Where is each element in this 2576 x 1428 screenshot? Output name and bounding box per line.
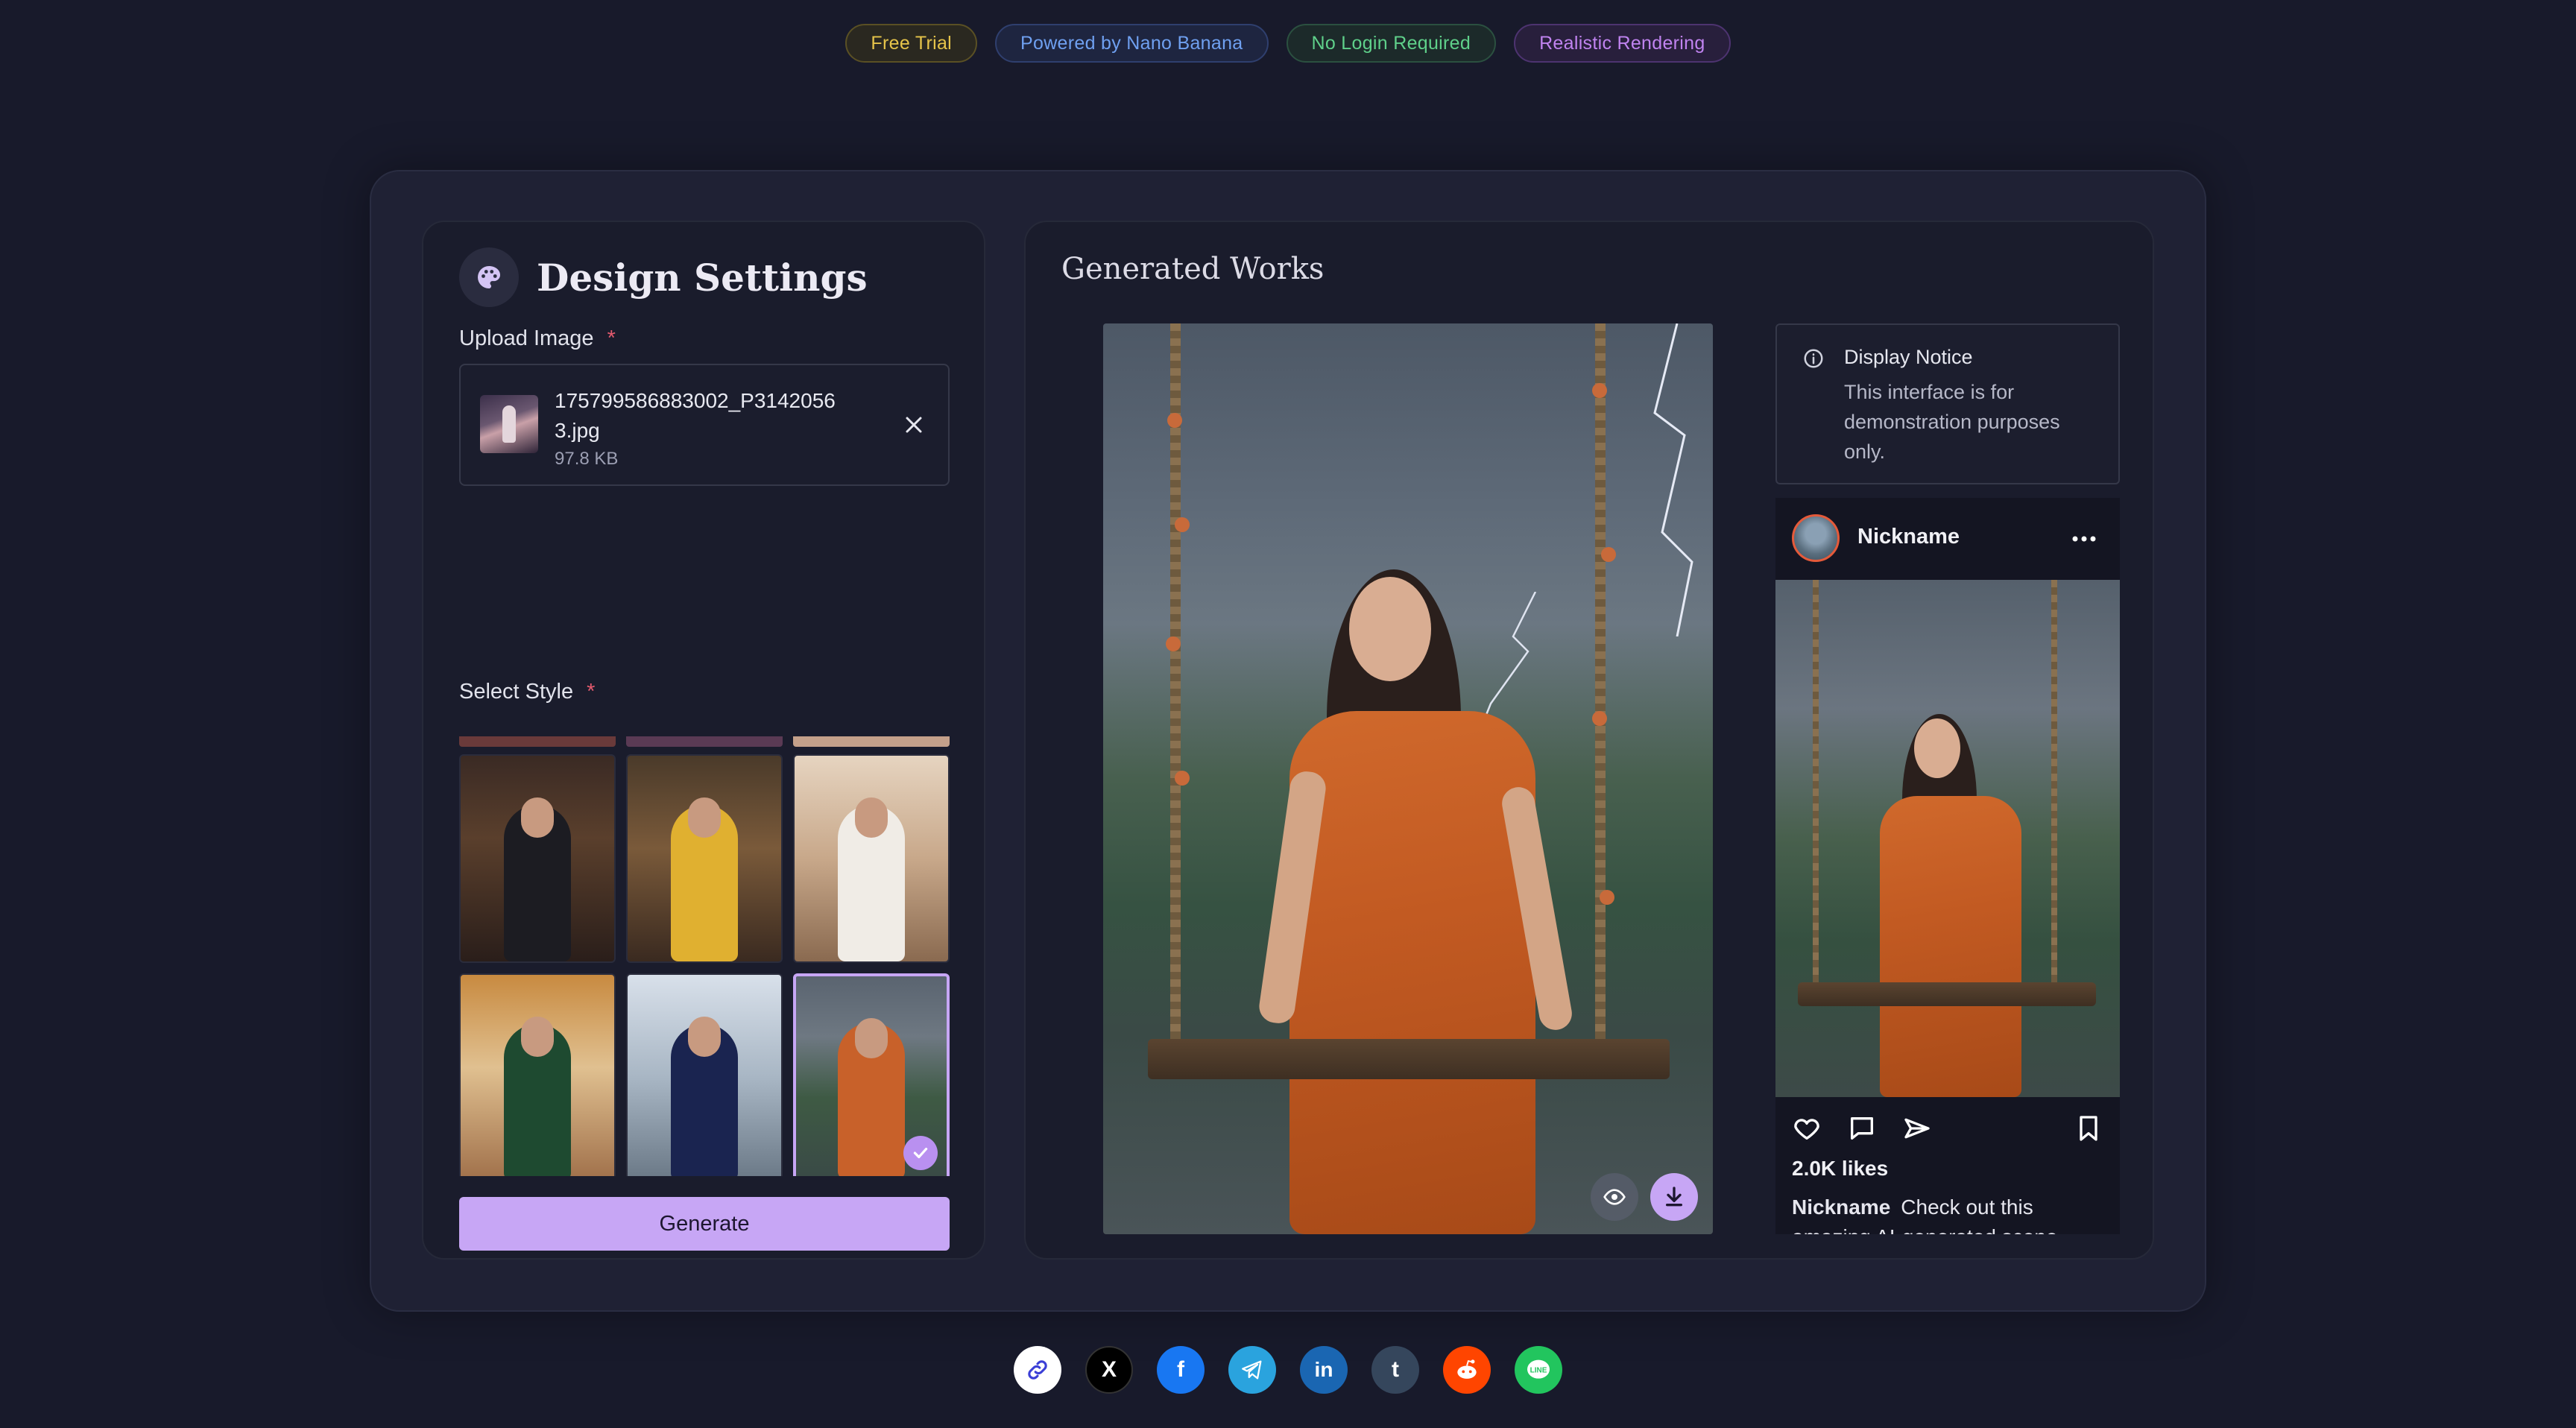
style-tile-navy-saree[interactable] — [626, 973, 783, 1176]
style-row-previous — [459, 736, 950, 747]
display-notice: Display Notice This interface is for dem… — [1775, 323, 2120, 484]
style-tile-partial[interactable] — [459, 736, 616, 747]
palette-icon — [459, 247, 519, 307]
file-thumbnail — [480, 395, 538, 453]
required-marker: * — [587, 680, 596, 704]
share-icon[interactable] — [1902, 1113, 1932, 1143]
design-settings-panel: Design Settings Upload Image * 1757995868… — [422, 221, 985, 1260]
caption-nickname: Nickname — [1792, 1195, 1891, 1219]
share-reddit-button[interactable] — [1443, 1346, 1491, 1394]
select-style-label-text: Select Style — [459, 680, 574, 704]
post-likes: 2.0K likes — [1792, 1157, 1889, 1180]
post-image[interactable] — [1775, 580, 2120, 1097]
post-caption: NicknameCheck out this amazing AI-genera… — [1792, 1192, 2105, 1234]
line-icon: LINE — [1527, 1359, 1550, 1379]
badge-free-trial: Free Trial — [845, 24, 978, 63]
linkedin-icon: in — [1314, 1358, 1333, 1381]
uploaded-file-card[interactable]: 175799586883002_P3142056 3.jpg 97.8 KB — [459, 364, 950, 486]
style-tile-partial[interactable] — [626, 736, 783, 747]
share-bar: X f in t LINE — [0, 1346, 2576, 1394]
generated-works-panel: Generated Works Display Notice This inte… — [1024, 221, 2154, 1260]
reddit-icon — [1457, 1359, 1477, 1379]
file-name: 175799586883002_P3142056 3.jpg — [555, 389, 836, 442]
required-marker: * — [607, 326, 616, 350]
more-options-button[interactable] — [2069, 528, 2099, 554]
file-size: 97.8 KB — [555, 449, 619, 469]
comment-icon[interactable] — [1847, 1113, 1877, 1143]
avatar[interactable] — [1792, 514, 1840, 562]
tumblr-icon: t — [1392, 1357, 1399, 1382]
close-icon — [906, 417, 922, 433]
generated-works-title: Generated Works — [1061, 252, 1325, 286]
post-header: Nickname — [1775, 498, 2120, 580]
download-button[interactable] — [1650, 1173, 1698, 1221]
telegram-icon — [1242, 1360, 1262, 1380]
download-icon — [1666, 1187, 1682, 1207]
link-icon — [1028, 1360, 1047, 1380]
share-x-button[interactable]: X — [1085, 1346, 1133, 1394]
style-tile-white-saree[interactable] — [793, 754, 950, 963]
selected-check-icon — [903, 1136, 938, 1170]
notice-body: This interface is for demonstration purp… — [1844, 381, 2060, 463]
share-telegram-button[interactable] — [1228, 1346, 1276, 1394]
preview-button[interactable] — [1591, 1173, 1638, 1221]
eye-icon — [1603, 1189, 1626, 1205]
share-facebook-button[interactable]: f — [1157, 1346, 1205, 1394]
share-line-button[interactable]: LINE — [1515, 1346, 1562, 1394]
remove-file-button[interactable] — [900, 411, 927, 438]
badge-no-login: No Login Required — [1286, 24, 1497, 63]
design-settings-header: Design Settings — [459, 247, 868, 307]
generate-button[interactable]: Generate — [459, 1197, 950, 1251]
style-grid — [459, 736, 950, 1176]
upload-image-label-text: Upload Image — [459, 326, 594, 350]
social-post-preview: Nickname 2.0K likes Nickname Check out t… — [1775, 498, 2120, 1234]
more-horizontal-icon — [2072, 536, 2096, 542]
feature-badges: Free Trial Powered by Nano Banana No Log… — [0, 24, 2576, 63]
style-tile-orange-saree-selected[interactable] — [793, 973, 950, 1176]
post-nickname[interactable]: Nickname — [1857, 525, 1960, 549]
notice-title: Display Notice — [1844, 346, 1973, 368]
info-icon — [1804, 349, 1823, 368]
style-tile-partial[interactable] — [793, 736, 950, 747]
share-linkedin-button[interactable]: in — [1300, 1346, 1348, 1394]
style-tile-black-saree[interactable] — [459, 754, 616, 963]
design-settings-title: Design Settings — [537, 255, 868, 300]
bookmark-icon — [2080, 1116, 2097, 1141]
upload-image-label: Upload Image * — [459, 326, 616, 351]
save-button[interactable] — [2074, 1113, 2103, 1147]
generated-image[interactable] — [1103, 323, 1713, 1234]
select-style-label: Select Style * — [459, 680, 595, 704]
x-icon: X — [1101, 1357, 1117, 1382]
line-icon-text: LINE — [1530, 1366, 1547, 1374]
badge-powered-by: Powered by Nano Banana — [995, 24, 1269, 63]
share-copy-link-button[interactable] — [1014, 1346, 1061, 1394]
style-tile-green-lehenga[interactable] — [459, 973, 616, 1176]
heart-icon[interactable] — [1792, 1113, 1822, 1143]
share-tumblr-button[interactable]: t — [1371, 1346, 1419, 1394]
badge-realistic-rendering: Realistic Rendering — [1514, 24, 1731, 63]
style-tile-yellow-saree[interactable] — [626, 754, 783, 963]
facebook-icon: f — [1177, 1357, 1184, 1382]
post-actions — [1792, 1113, 1932, 1143]
